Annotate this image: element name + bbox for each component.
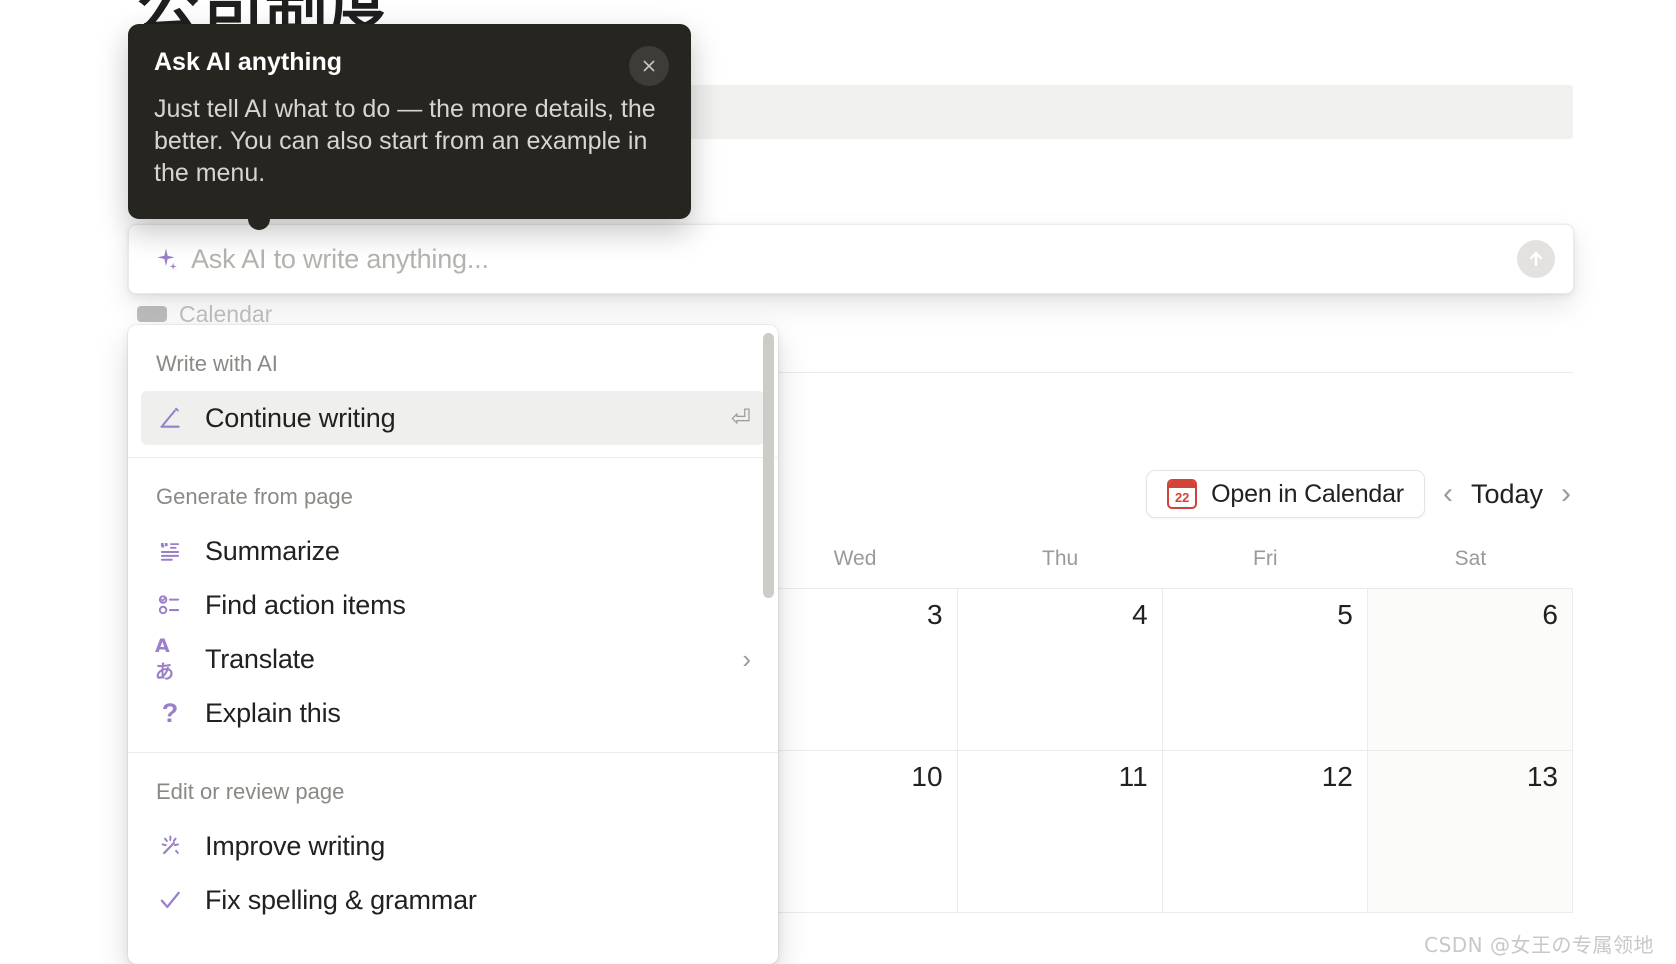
calendar-day-cell[interactable]: 3 (752, 589, 958, 750)
menu-item-summarize[interactable]: Summarize (141, 524, 765, 578)
coachmark-title: Ask AI anything (154, 48, 342, 76)
menu-item-label: Continue writing (205, 402, 396, 433)
calendar-day-cell[interactable]: 5 (1163, 589, 1368, 750)
translate-icon: Aあ (155, 634, 174, 683)
calendar-day-number: 10 (911, 761, 943, 792)
checklist-icon (155, 592, 185, 618)
calendar-day-cell[interactable]: 12 (1163, 751, 1368, 912)
menu-item-continue-writing[interactable]: Continue writing ⏎ (141, 391, 765, 445)
calendar-day-number: 12 (1321, 761, 1353, 792)
menu-item-find-action-items[interactable]: Find action items (141, 578, 765, 632)
ai-input-bar[interactable]: Ask AI to write anything... (128, 224, 1574, 294)
calendar-day-cell[interactable]: 13 (1367, 751, 1573, 912)
pen-line-icon (155, 405, 185, 431)
open-in-calendar-button[interactable]: 22 Open in Calendar (1146, 470, 1425, 518)
ai-menu-scroll-area: Write with AI Continue writing ⏎ Generate … (128, 325, 778, 964)
calendar-day-cell[interactable]: 4 (958, 589, 1163, 750)
menu-item-explain-this[interactable]: ? Explain this (141, 686, 765, 740)
calendar-day-number: 5 (1337, 599, 1353, 630)
menu-item-label: Improve writing (205, 830, 386, 861)
ai-menu-scrollbar[interactable] (763, 333, 774, 598)
check-icon (155, 887, 185, 913)
calendar-weekday-sat: Sat (1454, 547, 1487, 570)
ai-send-button[interactable] (1517, 240, 1555, 278)
calendar-day-number: 11 (1118, 761, 1148, 792)
calendar-day-number: 13 (1526, 761, 1558, 792)
question-mark-icon: ? (161, 697, 179, 728)
calendar-day-cell[interactable]: 6 (1367, 589, 1573, 750)
calendar-next-button[interactable]: › (1559, 479, 1573, 509)
ai-suggestions-menu: Write with AI Continue writing ⏎ Generate … (128, 325, 778, 964)
calendar-icon: 22 (1167, 479, 1198, 509)
calendar-today-button[interactable]: Today (1471, 479, 1543, 510)
menu-item-label: Explain this (205, 697, 341, 728)
coachmark-body: Just tell AI what to do — the more detai… (154, 95, 656, 187)
calendar-day-number: 6 (1542, 599, 1558, 630)
coachmark-pointer (248, 208, 270, 230)
calendar-block-icon (137, 306, 167, 322)
calendar-weekday-thu: Thu (1042, 547, 1079, 570)
sparkle-icon (153, 246, 179, 272)
calendar-prev-button[interactable]: ‹ (1441, 479, 1455, 509)
calendar-day-number: 3 (926, 599, 943, 630)
chevron-right-icon: › (742, 643, 751, 674)
menu-item-label: Find action items (205, 589, 406, 620)
open-in-calendar-label: Open in Calendar (1211, 479, 1404, 508)
sparkle-wand-icon (155, 833, 185, 859)
menu-item-translate[interactable]: Aあ Translate › (141, 632, 765, 686)
menu-item-improve-writing[interactable]: Improve writing (141, 819, 765, 873)
ai-input-field[interactable]: Ask AI to write anything... (191, 244, 1517, 275)
calendar-block-label: Calendar (179, 300, 273, 327)
menu-item-label: Summarize (205, 535, 340, 566)
menu-section-label: Generate from page (156, 484, 353, 509)
ai-coachmark-tooltip: Ask AI anything Just tell AI what to do … (128, 24, 691, 230)
calendar-day-cell[interactable]: 11 (958, 751, 1163, 912)
menu-item-label: Fix spelling & grammar (205, 884, 477, 915)
menu-item-label: Translate (205, 643, 315, 674)
calendar-weekday-fri: Fri (1253, 547, 1278, 570)
app-root: 公司制度 Calendar 22 Open in Calendar ‹ Toda… (0, 0, 1676, 964)
calendar-day-cell[interactable]: 10 (752, 751, 958, 912)
watermark: CSDN @女王の专属领地 (1424, 933, 1654, 957)
close-icon[interactable] (629, 46, 669, 86)
calendar-weekday-wed: Wed (833, 547, 877, 570)
calendar-day-number: 4 (1132, 599, 1148, 630)
menu-item-fix-spelling-grammar[interactable]: Fix spelling & grammar (141, 873, 765, 927)
calendar-block-label-row: Calendar (137, 300, 1437, 328)
calendar-icon-day: 22 (1174, 490, 1190, 505)
menu-section-label: Edit or review page (156, 779, 345, 804)
enter-key-icon: ⏎ (730, 404, 751, 432)
summarize-icon (155, 538, 185, 564)
calendar-toolbar: 22 Open in Calendar ‹ Today › (1146, 470, 1573, 518)
menu-section-label: Write with AI (156, 351, 278, 376)
